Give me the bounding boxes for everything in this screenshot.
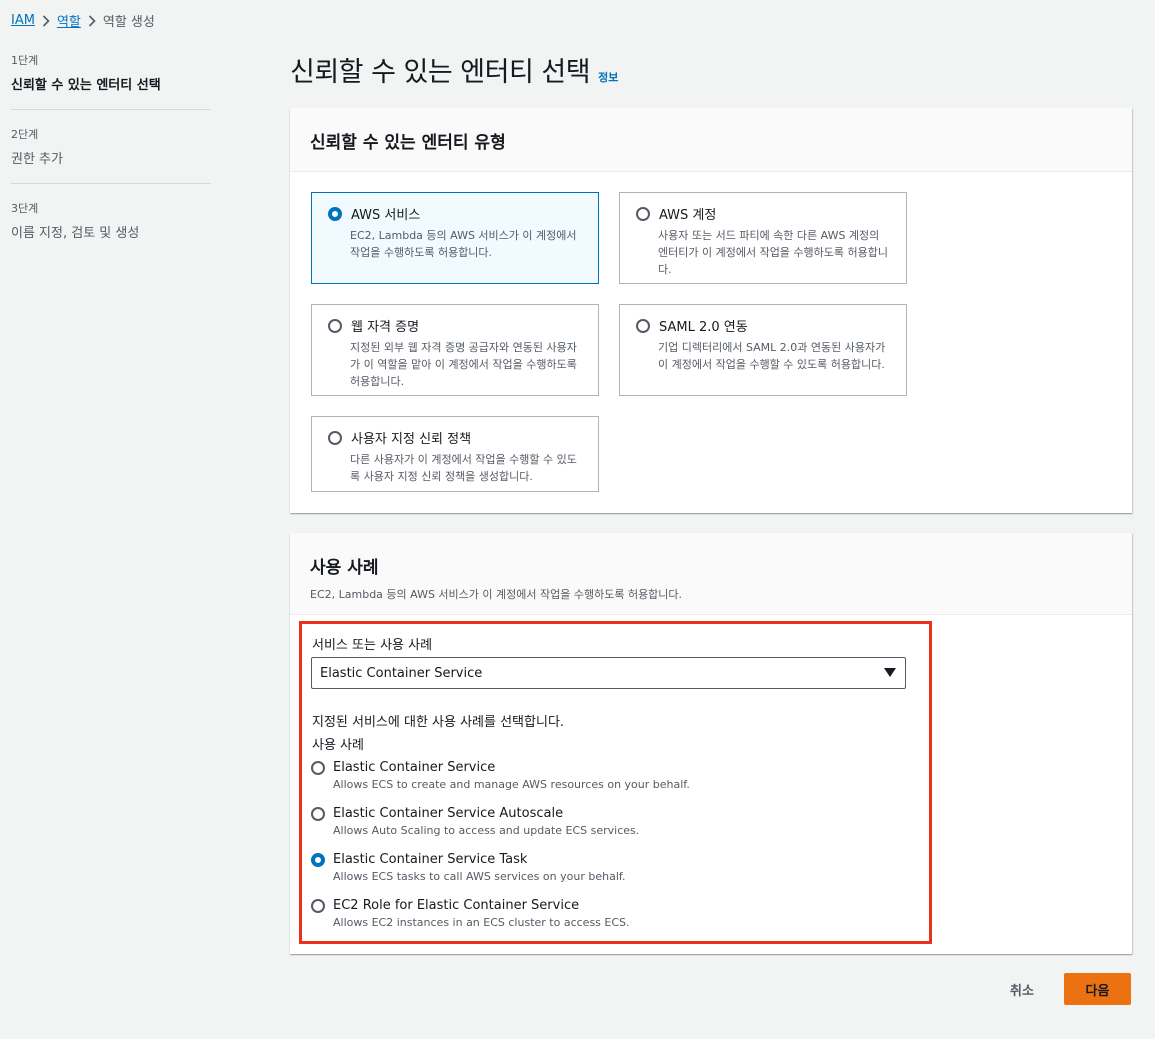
step-title: 신뢰할 수 있는 엔터티 선택 (11, 78, 161, 93)
next-button[interactable]: 다음 (1064, 973, 1131, 1005)
use-case-option-ec2-role-ecs[interactable]: EC2 Role for Elastic Container Service A… (311, 898, 630, 929)
tile-description: 지정된 외부 웹 자격 증명 공급자와 연동된 사용자가 이 역할을 맡아 이 … (350, 341, 577, 388)
chevron-right-icon (81, 14, 103, 27)
info-link[interactable]: 정보 (598, 69, 618, 85)
caret-down-icon (884, 668, 896, 677)
tile-aws-service[interactable]: AWS 서비스 EC2, Lambda 등의 AWS 서비스가 이 계정에서 작… (311, 192, 599, 284)
page-title: 신뢰할 수 있는 엔터티 선택 (290, 57, 591, 88)
wizard-step-3: 3단계 이름 지정, 검토 및 생성 (11, 200, 211, 257)
tile-custom-trust-policy[interactable]: 사용자 지정 신뢰 정책 다른 사용자가 이 계정에서 작업을 수행할 수 있도… (311, 416, 599, 492)
tile-title: SAML 2.0 연동 (659, 320, 748, 335)
radio-checked-icon[interactable] (311, 853, 325, 867)
chevron-right-icon (35, 14, 57, 27)
option-title: Elastic Container Service (333, 760, 496, 775)
breadcrumb: IAM 역할 역할 생성 (11, 11, 155, 30)
wizard-steps: 1단계 신뢰할 수 있는 엔터티 선택 2단계 권한 추가 3단계 이름 지정,… (11, 52, 211, 273)
service-select[interactable]: Elastic Container Service (311, 657, 906, 689)
option-title: EC2 Role for Elastic Container Service (333, 898, 580, 913)
radio-unchecked-icon[interactable] (328, 430, 342, 445)
radio-unchecked-icon[interactable] (311, 899, 325, 913)
step-number: 2단계 (11, 128, 39, 141)
tile-title: 웹 자격 증명 (351, 320, 420, 335)
use-case-hint: 지정된 서비스에 대한 사용 사례를 선택합니다. (312, 715, 565, 730)
step-title: 이름 지정, 검토 및 생성 (11, 226, 140, 241)
option-title: Elastic Container Service Autoscale (333, 806, 564, 821)
breadcrumb-roles-link[interactable]: 역할 (57, 11, 81, 30)
option-description: Allows EC2 instances in an ECS cluster t… (333, 916, 630, 929)
trusted-entity-type-panel: 신뢰할 수 있는 엔터티 유형 AWS 서비스 EC2, Lambda 등의 A… (290, 108, 1132, 513)
panel-description: EC2, Lambda 등의 AWS 서비스가 이 계정에서 작업을 수행하도록… (310, 588, 683, 601)
create-role-page: IAM 역할 역할 생성 1단계 신뢰할 수 있는 엔터티 선택 2단계 권한 … (0, 0, 1155, 1039)
panel-title: 신뢰할 수 있는 엔터티 유형 (310, 133, 506, 153)
tile-aws-account[interactable]: AWS 계정 사용자 또는 서드 파티에 속한 다른 AWS 계정의 엔터티가 … (619, 192, 907, 284)
option-title: Elastic Container Service Task (333, 852, 528, 867)
tile-description: 사용자 또는 서드 파티에 속한 다른 AWS 계정의 엔터티가 이 계정에서 … (658, 229, 889, 276)
step-number: 1단계 (11, 54, 39, 67)
tile-web-identity[interactable]: 웹 자격 증명 지정된 외부 웹 자격 증명 공급자와 연동된 사용자가 이 역… (311, 304, 599, 396)
service-select-value: Elastic Container Service (320, 665, 483, 681)
panel-header: 사용 사례 EC2, Lambda 등의 AWS 서비스가 이 계정에서 작업을… (290, 533, 1132, 615)
tile-title: 사용자 지정 신뢰 정책 (351, 432, 472, 447)
cancel-button[interactable]: 취소 (994, 973, 1050, 1005)
wizard-step-1: 1단계 신뢰할 수 있는 엔터티 선택 (11, 52, 211, 110)
tile-description: EC2, Lambda 등의 AWS 서비스가 이 계정에서 작업을 수행하도록… (350, 229, 577, 259)
tile-saml-federation[interactable]: SAML 2.0 연동 기업 디렉터리에서 SAML 2.0과 연동된 사용자가… (619, 304, 907, 396)
panel-header: 신뢰할 수 있는 엔터티 유형 (290, 108, 1132, 172)
step-title: 권한 추가 (11, 152, 63, 167)
service-select-label: 서비스 또는 사용 사례 (312, 638, 433, 653)
panel-title: 사용 사례 (310, 558, 379, 578)
radio-unchecked-icon[interactable] (328, 318, 342, 333)
breadcrumb-current: 역할 생성 (102, 15, 155, 30)
radio-unchecked-icon[interactable] (311, 807, 325, 821)
tile-title: AWS 계정 (659, 208, 717, 223)
radio-unchecked-icon[interactable] (311, 761, 325, 775)
tile-description: 다른 사용자가 이 계정에서 작업을 수행할 수 있도록 사용자 지정 신뢰 정… (350, 453, 577, 483)
page-header: 신뢰할 수 있는 엔터티 선택 정보 (290, 50, 618, 89)
step-number: 3단계 (11, 202, 39, 215)
use-case-option-ecs-autoscale[interactable]: Elastic Container Service Autoscale Allo… (311, 806, 639, 837)
radio-checked-icon[interactable] (328, 206, 342, 221)
option-description: Allows ECS to create and manage AWS reso… (333, 778, 690, 791)
use-case-option-ecs-task[interactable]: Elastic Container Service Task Allows EC… (311, 852, 625, 883)
tile-description: 기업 디렉터리에서 SAML 2.0과 연동된 사용자가 이 계정에서 작업을 … (658, 341, 886, 371)
use-case-label: 사용 사례 (312, 738, 364, 753)
wizard-step-2: 2단계 권한 추가 (11, 126, 211, 184)
tile-title: AWS 서비스 (351, 208, 421, 223)
option-description: Allows ECS tasks to call AWS services on… (333, 870, 626, 883)
option-description: Allows Auto Scaling to access and update… (333, 824, 640, 837)
use-case-option-ecs[interactable]: Elastic Container Service Allows ECS to … (311, 760, 690, 791)
radio-unchecked-icon[interactable] (636, 318, 650, 333)
radio-unchecked-icon[interactable] (636, 206, 650, 221)
breadcrumb-iam-link[interactable]: IAM (11, 13, 35, 28)
